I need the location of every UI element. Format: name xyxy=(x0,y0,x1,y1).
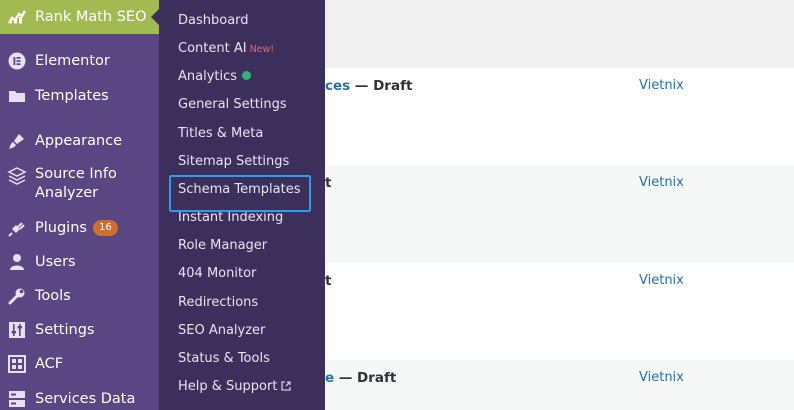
sidebar-item-label: ACF xyxy=(35,356,64,372)
submenu-item-label: Analytics xyxy=(178,69,238,84)
submenu-item-content-ai[interactable]: Content AI New! xyxy=(178,41,274,56)
sidebar-item-label: Rank Math SEO xyxy=(35,9,147,25)
sidebar-item-settings[interactable]: Settings xyxy=(0,317,159,343)
rank-math-icon xyxy=(7,7,27,27)
post-title[interactable]: ces — Draft xyxy=(325,78,412,94)
submenu-item-redirections[interactable]: Redirections xyxy=(178,295,258,310)
submenu-item-instant-indexing[interactable]: Instant Indexing xyxy=(178,210,283,225)
sidebar-item-label: Users xyxy=(35,254,76,270)
post-title-link[interactable]: e xyxy=(325,370,334,386)
external-link-icon xyxy=(281,380,292,395)
sidebar-item-source-info-analyzer[interactable]: Source Info Analyzer xyxy=(0,165,159,205)
sidebar-item-appearance[interactable]: Appearance xyxy=(0,128,159,154)
sidebar-item-services-data[interactable]: Services Data xyxy=(0,386,159,410)
submenu-item-label: Help & Support xyxy=(178,379,278,394)
post-status: — Draft xyxy=(350,78,413,94)
database-icon xyxy=(7,389,27,409)
elementor-icon xyxy=(7,51,27,71)
sidebar-item-label: Appearance xyxy=(35,133,123,149)
grid-icon xyxy=(7,354,27,374)
submenu-item-404-monitor[interactable]: 404 Monitor xyxy=(178,266,256,281)
sidebar-item-label: Source Info Analyzer xyxy=(35,165,117,203)
post-title[interactable]: e — Draft xyxy=(325,370,396,386)
post-status: t xyxy=(325,273,332,289)
submenu-item-status-tools[interactable]: Status & Tools xyxy=(178,351,270,366)
sidebar-item-label: Tools xyxy=(35,288,71,304)
post-author-link[interactable]: Vietnix xyxy=(639,78,684,93)
submenu-item-role-manager[interactable]: Role Manager xyxy=(178,238,267,253)
sidebar-item-plugins[interactable]: Plugins 16 xyxy=(0,215,159,241)
sidebar-item-label: Elementor xyxy=(35,53,110,69)
sidebar-item-templates[interactable]: Templates xyxy=(0,83,159,109)
new-badge: New! xyxy=(249,44,275,55)
sidebar-item-label: Templates xyxy=(35,88,109,104)
sidebar-item-tools[interactable]: Tools xyxy=(0,283,159,309)
submenu-item-seo-analyzer[interactable]: SEO Analyzer xyxy=(178,323,265,338)
sidebar-item-label: Settings xyxy=(35,322,95,338)
post-author-link[interactable]: Vietnix xyxy=(639,175,684,190)
post-status: t xyxy=(325,175,332,191)
post-author-link[interactable]: Vietnix xyxy=(639,273,684,288)
plugin-icon xyxy=(7,218,27,238)
wrench-icon xyxy=(7,286,27,306)
sidebar-item-label: Services Data xyxy=(35,391,136,407)
sidebar-item-label-line1: Source Info xyxy=(35,166,117,182)
sidebar-item-rank-math-seo[interactable]: Rank Math SEO xyxy=(0,0,159,34)
submenu-item-help-support[interactable]: Help & Support xyxy=(178,379,292,395)
folder-icon xyxy=(7,86,27,106)
submenu-item-general-settings[interactable]: General Settings xyxy=(178,97,287,112)
sidebar-item-elementor[interactable]: Elementor xyxy=(0,48,159,74)
schema-templates-highlight xyxy=(169,175,311,212)
user-icon xyxy=(7,252,27,272)
post-author-link[interactable]: Vietnix xyxy=(639,370,684,385)
submenu-item-analytics[interactable]: Analytics xyxy=(178,69,252,84)
submenu-item-titles-meta[interactable]: Titles & Meta xyxy=(178,126,263,141)
submenu-item-sitemap-settings[interactable]: Sitemap Settings xyxy=(178,154,289,169)
sidebar-item-label: Plugins xyxy=(35,220,87,236)
post-status: — Draft xyxy=(334,370,397,386)
post-title[interactable]: t xyxy=(325,175,331,191)
sidebar-item-users[interactable]: Users xyxy=(0,249,159,275)
submenu-item-label: Content AI xyxy=(178,41,247,56)
sidebar-item-acf[interactable]: ACF xyxy=(0,351,159,377)
post-title[interactable]: t xyxy=(325,273,331,289)
submenu-item-dashboard[interactable]: Dashboard xyxy=(178,13,249,28)
layers-icon xyxy=(7,166,27,186)
admin-sidebar: Rank Math SEO Elementor Templates Appear… xyxy=(0,0,159,410)
paintbrush-icon xyxy=(7,131,27,151)
post-title-link[interactable]: ces xyxy=(325,78,350,94)
sliders-icon xyxy=(7,320,27,340)
sidebar-item-label-line2: Analyzer xyxy=(35,185,99,201)
plugins-update-badge: 16 xyxy=(92,220,118,236)
status-dot-icon xyxy=(242,71,252,80)
